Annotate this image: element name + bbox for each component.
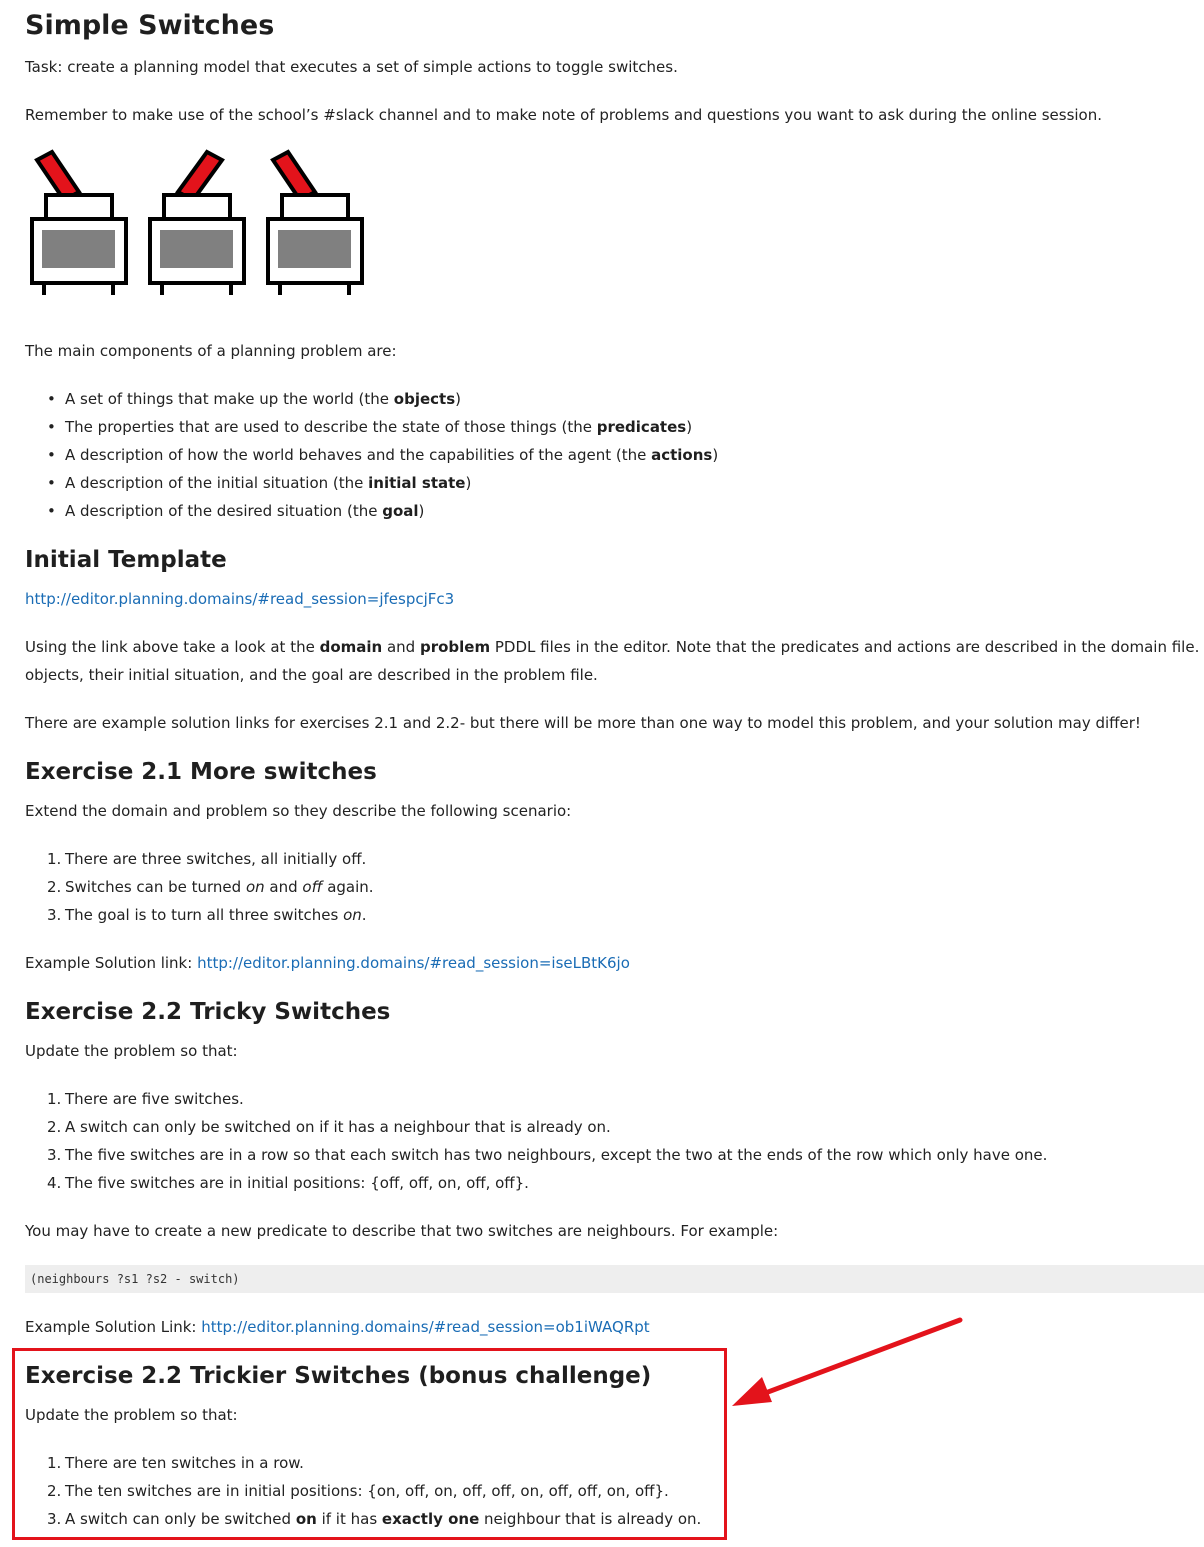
initial-template-para2: There are example solution links for exe… [25, 714, 1141, 732]
task-text: Task: create a planning model that execu… [25, 58, 678, 76]
ex22-list: 1. There are five switches. 2. A switch can… [25, 1085, 1047, 1197]
ex21-intro: Extend the domain and problem so they de… [25, 802, 572, 820]
components-intro: The main components of a planning proble… [25, 342, 397, 360]
reminder-text: Remember to make use of the school’s #sl… [25, 106, 1103, 124]
switches-illustration [30, 149, 364, 295]
switch-1-icon [30, 149, 128, 295]
list-item: • A description of how the world behaves … [47, 446, 719, 464]
list-item: 2. A switch can only be switched on if it… [47, 1118, 611, 1136]
ex22-intro: Update the problem so that: [25, 1042, 238, 1060]
page-title: Simple Switches [25, 10, 275, 41]
list-item: 2. Switches can be turned on and off agai… [47, 878, 374, 896]
components-list: • A set of things that make up the world … [25, 385, 718, 525]
highlight-box [12, 1348, 727, 1540]
list-item: • A description of the desired situation … [47, 502, 425, 520]
ex21-heading: Exercise 2.1 More switches [25, 759, 377, 785]
ex22-heading: Exercise 2.2 Tricky Switches [25, 999, 391, 1025]
initial-template-link[interactable]: http://editor.planning.domains/#read_ses… [25, 590, 454, 608]
list-item: 3. The five switches are in a row so that… [47, 1146, 1048, 1164]
ex21-solution: Example Solution link: http://editor.pla… [25, 954, 630, 972]
list-item: • The properties that are used to describ… [47, 418, 693, 436]
list-item: 1. There are three switches, all initiall… [47, 850, 367, 868]
list-item: 4. The five switches are in initial posit… [47, 1174, 529, 1192]
switch-2-icon [148, 149, 246, 295]
list-item: 1. There are five switches. [47, 1090, 244, 1108]
annotation-arrow-icon [732, 1317, 963, 1406]
ex22-solution-link[interactable]: http://editor.planning.domains/#read_ses… [201, 1318, 649, 1336]
list-item: 3. The goal is to turn all three switches… [47, 906, 367, 924]
switch-3-icon [266, 149, 364, 295]
ex22-predicate-note: You may have to create a new predicate t… [25, 1222, 779, 1240]
initial-template-heading: Initial Template [25, 547, 227, 573]
ex22-solution: Example Solution Link: http://editor.pla… [25, 1318, 650, 1336]
ex21-list: 1. There are three switches, all initiall… [25, 845, 374, 929]
list-item: • A set of things that make up the world … [47, 390, 462, 408]
initial-template-para1-line2: objects, their initial situation, and th… [25, 666, 598, 684]
initial-template-para1: Using the link above take a look at the … [25, 638, 1204, 656]
ex21-solution-link[interactable]: http://editor.planning.domains/#read_ses… [197, 954, 630, 972]
code-block: (neighbours ?s1 ?s2 - switch) [25, 1265, 1204, 1293]
list-item: • A description of the initial situation … [47, 474, 472, 492]
